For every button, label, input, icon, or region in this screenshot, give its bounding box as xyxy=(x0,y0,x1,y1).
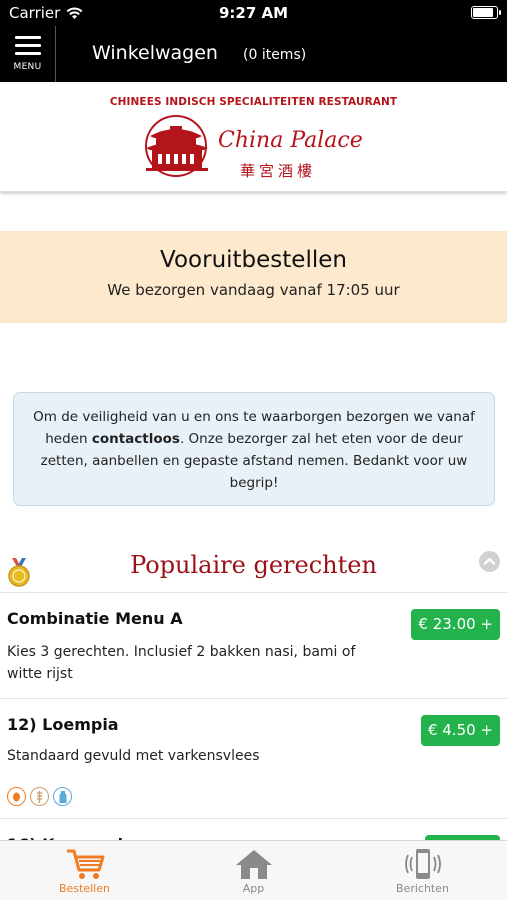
tab-label: Bestellen xyxy=(59,882,110,895)
phone-icon xyxy=(404,849,441,879)
nav-bar: MENU Winkelwagen (0 items) xyxy=(0,26,507,82)
restaurant-chinese-name: 華宮酒樓 xyxy=(240,162,317,180)
add-to-cart-button[interactable]: € 4.50 + xyxy=(420,715,500,746)
dish-description: Standaard gevuld met varkensvlees xyxy=(7,748,260,764)
allergen-icons xyxy=(7,787,72,806)
menu-button[interactable]: MENU xyxy=(0,26,56,82)
status-bar: Carrier 9:27 AM xyxy=(0,0,507,26)
dish-item[interactable]: Combinatie Menu A Kies 3 gerechten. Incl… xyxy=(0,592,507,698)
notice-bold-text: contactloos xyxy=(91,431,180,447)
milk-icon xyxy=(53,787,72,806)
dish-name: Combinatie Menu A xyxy=(7,609,183,628)
preorder-banner: Vooruitbestellen We bezorgen vandaag van… xyxy=(0,231,507,323)
popular-section-header: Populaire gerechten xyxy=(0,548,507,592)
dish-name: 12) Loempia xyxy=(7,715,119,734)
section-title: Populaire gerechten xyxy=(130,551,377,579)
tab-berichten[interactable]: Berichten xyxy=(338,841,507,900)
restaurant-name: China Palace xyxy=(218,128,363,153)
dish-item[interactable]: 12) Loempia Standaard gevuld met varkens… xyxy=(0,698,507,818)
collapse-chevron-icon[interactable] xyxy=(479,551,500,572)
restaurant-logo-header: CHINEES INDISCH SPECIALITEITEN RESTAURAN… xyxy=(0,82,507,192)
delivery-time-info: We bezorgen vandaag vanaf 17:05 uur xyxy=(107,281,400,299)
tab-label: Berichten xyxy=(396,882,449,895)
pagoda-logo-icon xyxy=(145,115,208,177)
restaurant-tagline: CHINEES INDISCH SPECIALITEITEN RESTAURAN… xyxy=(109,96,398,108)
battery-icon xyxy=(471,6,501,19)
status-time: 9:27 AM xyxy=(218,4,289,22)
menu-label: MENU xyxy=(13,62,42,72)
hamburger-icon xyxy=(14,36,41,55)
dish-description: Kies 3 gerechten. Inclusief 2 bakken nas… xyxy=(7,644,356,682)
tab-bar: Bestellen App Berichten xyxy=(0,840,507,900)
preorder-title: Vooruitbestellen xyxy=(160,247,347,273)
home-icon xyxy=(235,850,272,879)
wheat-icon xyxy=(30,787,49,806)
tab-app[interactable]: App xyxy=(169,841,338,900)
tab-bestellen[interactable]: Bestellen xyxy=(0,841,169,900)
tab-label: App xyxy=(242,882,265,895)
egg-icon xyxy=(7,787,26,806)
battery-fill xyxy=(473,8,493,17)
cart-icon xyxy=(66,849,104,879)
add-to-cart-button[interactable]: € 23.00 + xyxy=(411,609,500,640)
page-title: Winkelwagen xyxy=(92,42,218,64)
cart-item-count: (0 items) xyxy=(243,47,307,63)
contactless-notice: Om de veiligheid van u en ons te waarbor… xyxy=(13,392,495,506)
